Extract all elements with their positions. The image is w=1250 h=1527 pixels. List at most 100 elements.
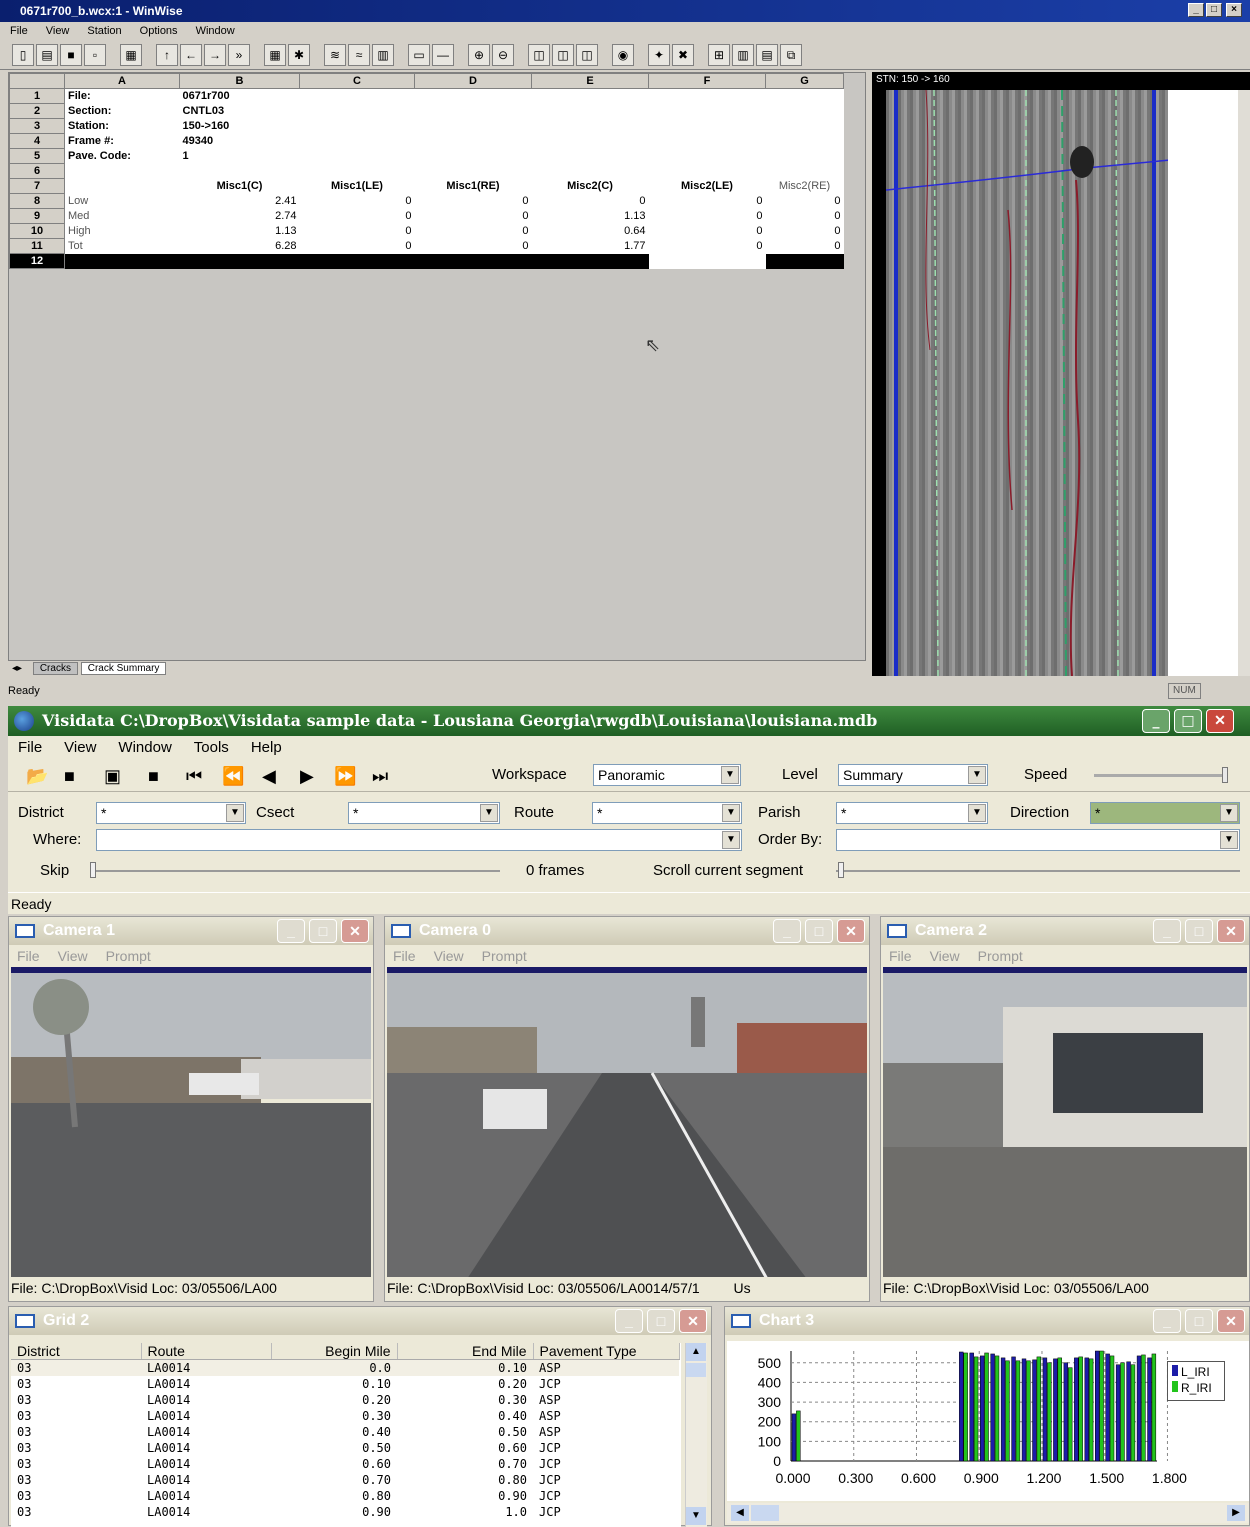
layer1-icon[interactable]: ◫ [528, 44, 550, 66]
where-field[interactable]: ▼ [96, 829, 742, 851]
segment-slider[interactable] [836, 870, 1240, 872]
menu-view[interactable]: View [434, 948, 464, 964]
maximize-button[interactable]: □ [1174, 709, 1202, 733]
selected-sheet-row[interactable]: 12 [9, 253, 844, 269]
zoom-in-icon[interactable]: ⊕ [468, 44, 490, 66]
column-header[interactable]: C [299, 73, 415, 89]
maximize-button[interactable]: □ [309, 919, 337, 943]
table-row[interactable]: 03 LA0014 0.70 0.80 JCP [11, 1472, 679, 1488]
menu-view[interactable]: View [46, 25, 70, 37]
menu-file[interactable]: File [17, 948, 40, 964]
menu-options[interactable]: Options [140, 25, 178, 37]
level-select[interactable]: Summary ▼ [838, 764, 988, 786]
menu-file[interactable]: File [10, 25, 28, 37]
speed-slider[interactable] [1094, 774, 1228, 777]
overlay-icon[interactable]: ◉ [612, 44, 634, 66]
skip-slider[interactable] [92, 870, 500, 872]
menu-view[interactable]: View [930, 948, 960, 964]
crack-map-icon[interactable]: ✱ [288, 44, 310, 66]
chevron-down-icon[interactable]: ▼ [480, 804, 498, 822]
sheet-header-row[interactable]: 7 Misc1(C) Misc1(LE) Misc1(RE) Misc2(C) … [9, 178, 844, 194]
tab-cracks[interactable]: Cracks [32, 662, 78, 675]
column-header-route[interactable]: Route [141, 1343, 272, 1360]
parish-select[interactable]: * ▼ [836, 802, 988, 824]
sheet-row[interactable]: 11 Tot 6.28 0 0 1.77 0 0 [9, 238, 844, 254]
close-button[interactable]: × [1226, 3, 1242, 17]
menu-help[interactable]: Help [251, 739, 282, 756]
open-icon[interactable]: ▤ [36, 44, 58, 66]
scan-scrollbar[interactable] [1238, 90, 1250, 676]
scroll-thumb[interactable] [686, 1363, 706, 1377]
close-button[interactable]: ✕ [341, 919, 369, 943]
close-button[interactable]: ✕ [1206, 709, 1234, 733]
last-frame-icon[interactable]: ⏭ [372, 766, 388, 786]
chevron-down-icon[interactable]: ▼ [1220, 804, 1238, 822]
chevron-down-icon[interactable]: ▼ [721, 766, 739, 784]
sheet-row[interactable]: 2 Section: CNTL03 [9, 103, 844, 119]
zoom-out-icon[interactable]: ⊖ [492, 44, 514, 66]
menu-window[interactable]: Window [118, 739, 171, 756]
menu-tools[interactable]: Tools [194, 739, 229, 756]
close-button[interactable]: ✕ [1217, 919, 1245, 943]
sheet-row[interactable]: 3 Station: 150->160 [9, 118, 844, 134]
save-icon[interactable]: ■ [64, 766, 75, 786]
stop-icon[interactable]: ■ [148, 766, 159, 786]
column-header-end-mile[interactable]: End Mile [397, 1343, 534, 1360]
color-bars-icon[interactable]: ▥ [372, 44, 394, 66]
direction-select[interactable]: * ▼ [1090, 802, 1240, 824]
fast-forward-icon[interactable]: ⏩ [334, 766, 356, 786]
tab-crack-summary[interactable]: Crack Summary [80, 662, 167, 675]
segment-slider-thumb[interactable] [838, 862, 844, 878]
measure-icon[interactable]: ▭ [408, 44, 430, 66]
play-icon[interactable]: ▶ [300, 766, 314, 786]
scroll-right-icon[interactable]: ▶ [1227, 1505, 1245, 1521]
column-header-pavement-type[interactable]: Pavement Type [533, 1343, 680, 1360]
maximize-button[interactable]: □ [647, 1309, 675, 1333]
table-row[interactable]: 03 LA0014 0.80 0.90 JCP [11, 1488, 679, 1504]
layer3-icon[interactable]: ◫ [576, 44, 598, 66]
grid-scrollbar[interactable]: ▲ ▼ [685, 1343, 707, 1527]
sheet-row[interactable]: 5 Pave. Code: 1 [9, 148, 844, 164]
close-button[interactable]: ✕ [679, 1309, 707, 1333]
column-header[interactable]: A [64, 73, 180, 89]
table-row[interactable]: 03 LA0014 0.60 0.70 JCP [11, 1456, 679, 1472]
tile-horizontal-icon[interactable]: ▤ [756, 44, 778, 66]
scroll-up-icon[interactable]: ▲ [686, 1343, 706, 1361]
layer2-icon[interactable]: ◫ [552, 44, 574, 66]
menu-file[interactable]: File [18, 739, 42, 756]
maximize-button[interactable]: □ [805, 919, 833, 943]
table-row[interactable]: 03 LA0014 0.30 0.40 ASP [11, 1408, 679, 1424]
minimize-button[interactable]: _ [1153, 1309, 1181, 1333]
first-frame-icon[interactable]: ⏮ [186, 766, 202, 786]
minimize-button[interactable]: _ [773, 919, 801, 943]
menu-file[interactable]: File [393, 948, 416, 964]
column-header[interactable]: G [765, 73, 844, 89]
column-header-district[interactable]: District [11, 1343, 142, 1360]
sheet-row[interactable]: 6 [9, 163, 844, 179]
rewind-icon[interactable]: ⏪ [222, 766, 244, 786]
table-row[interactable]: 03 LA0014 0.20 0.30 ASP [11, 1392, 679, 1408]
chevron-down-icon[interactable]: ▼ [968, 766, 986, 784]
menu-file[interactable]: File [889, 948, 912, 964]
table-row[interactable]: 03 LA0014 0.10 0.20 JCP [11, 1376, 679, 1392]
minimize-button[interactable]: _ [1142, 709, 1170, 733]
crack-draw-icon[interactable]: ✦ [648, 44, 670, 66]
tile-vertical-icon[interactable]: ▥ [732, 44, 754, 66]
column-header[interactable]: E [531, 73, 649, 89]
minimize-button[interactable]: _ [615, 1309, 643, 1333]
print-icon[interactable]: ▫ [84, 44, 106, 66]
skip-slider-thumb[interactable] [90, 862, 96, 878]
maximize-button[interactable]: □ [1185, 1309, 1213, 1333]
grid-icon[interactable]: ▦ [120, 44, 142, 66]
menu-prompt[interactable]: Prompt [106, 948, 151, 964]
cascade-icon[interactable]: ⧉ [780, 44, 802, 66]
district-select[interactable]: * ▼ [96, 802, 246, 824]
column-header[interactable]: B [179, 73, 300, 89]
csect-select[interactable]: * ▼ [348, 802, 500, 824]
route-select[interactable]: * ▼ [592, 802, 742, 824]
menu-view[interactable]: View [64, 739, 96, 756]
close-button[interactable]: ✕ [837, 919, 865, 943]
menu-prompt[interactable]: Prompt [978, 948, 1023, 964]
chevron-down-icon[interactable]: ▼ [722, 831, 740, 849]
table-icon[interactable]: ▦ [264, 44, 286, 66]
